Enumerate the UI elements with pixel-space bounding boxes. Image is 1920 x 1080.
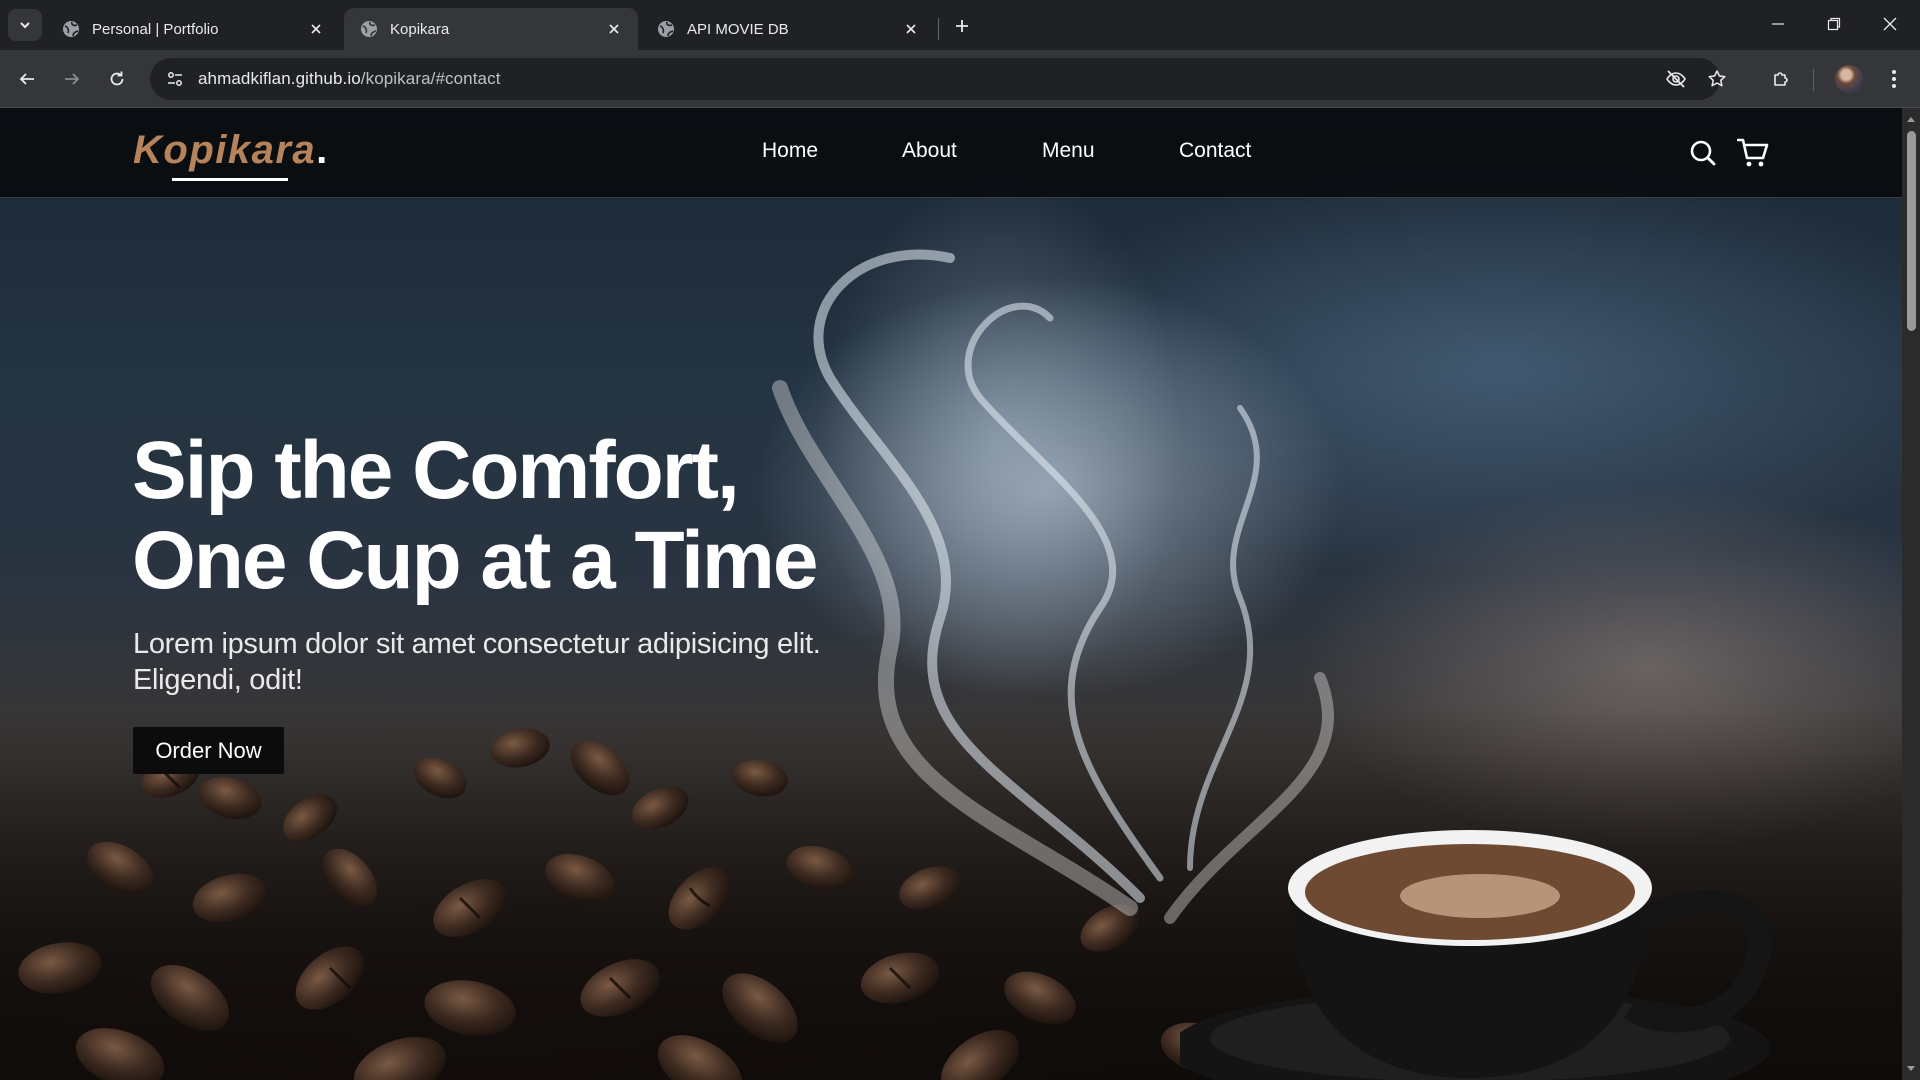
extensions-button[interactable] [1765, 63, 1797, 95]
star-icon [1708, 70, 1726, 87]
order-now-button[interactable]: Order Now [133, 727, 284, 774]
logo-text: Kopikara [133, 128, 317, 172]
page-viewport: Kopikara. Home About Menu Contact Sip th… [0, 108, 1902, 1080]
site-settings-icon [168, 72, 182, 86]
bookmark-button[interactable] [1701, 63, 1733, 95]
forward-button[interactable] [56, 63, 88, 95]
reload-button[interactable] [101, 63, 133, 95]
window-close-button[interactable] [1868, 8, 1912, 40]
site-settings-button[interactable] [160, 64, 190, 94]
logo-dot: . [316, 128, 329, 172]
tab-search-button[interactable] [8, 9, 42, 41]
minimize-icon [1772, 23, 1784, 25]
scroll-down-arrow-icon[interactable] [1906, 1064, 1916, 1074]
more-menu-icon [1892, 70, 1896, 88]
browser-tab-bar: Personal | Portfolio Kopikara API MOVIE … [0, 0, 1920, 50]
tracking-protection-button[interactable] [1660, 63, 1692, 95]
hero-subtitle: Lorem ipsum dolor sit amet consectetur a… [133, 626, 893, 698]
tab-personal-portfolio[interactable]: Personal | Portfolio [46, 8, 340, 50]
nav-link-about[interactable]: About [902, 139, 957, 163]
page-scrollbar[interactable] [1902, 108, 1920, 1080]
url-text[interactable]: ahmadkiflan.github.io/kopikara/#contact [198, 69, 501, 89]
close-icon[interactable] [901, 19, 921, 39]
url-host: ahmadkiflan.github.io [198, 69, 361, 88]
nav-link-home[interactable]: Home [762, 139, 818, 163]
browser-toolbar: ahmadkiflan.github.io/kopikara/#contact [0, 50, 1920, 108]
hero-title: Sip the Comfort, One Cup at a Time [132, 426, 892, 606]
nav-link-menu[interactable]: Menu [1042, 139, 1095, 163]
toolbar-divider [1813, 69, 1814, 91]
nav-link-contact[interactable]: Contact [1179, 139, 1251, 163]
plus-icon [956, 20, 968, 32]
tab-kopikara[interactable]: Kopikara [344, 8, 638, 50]
scroll-up-arrow-icon[interactable] [1906, 114, 1916, 124]
url-path: /kopikara/#contact [360, 69, 501, 88]
site-logo[interactable]: Kopikara. [133, 128, 329, 173]
restore-button[interactable] [1812, 8, 1856, 40]
hero-title-line-2: One Cup at a Time [132, 515, 818, 606]
forward-arrow-icon [65, 73, 80, 85]
scrollbar-thumb[interactable] [1907, 131, 1916, 331]
minimize-button[interactable] [1756, 8, 1800, 40]
globe-icon [63, 21, 79, 37]
shopping-cart-icon [1737, 138, 1769, 167]
chevron-down-icon [20, 22, 30, 29]
hero-subtitle-line-2: Eligendi, odit! [133, 664, 303, 696]
tab-separator [938, 18, 939, 40]
back-button[interactable] [11, 63, 43, 95]
cart-button[interactable] [1736, 136, 1770, 170]
address-bar[interactable]: ahmadkiflan.github.io/kopikara/#contact [150, 58, 1726, 100]
logo-underline [172, 178, 288, 181]
extensions-icon [1774, 72, 1788, 86]
globe-icon [658, 21, 674, 37]
search-icon [1690, 140, 1716, 166]
restore-icon [1827, 17, 1841, 31]
close-icon[interactable] [604, 19, 624, 39]
more-menu-button[interactable] [1878, 63, 1910, 95]
tab-api-movie-db[interactable]: API MOVIE DB [641, 8, 935, 50]
tab-title: Kopikara [390, 20, 450, 38]
reload-icon [110, 71, 124, 86]
eye-off-icon [1666, 70, 1686, 88]
search-button[interactable] [1686, 136, 1720, 170]
profile-avatar[interactable] [1835, 65, 1863, 93]
hero-subtitle-line-1: Lorem ipsum dolor sit amet consectetur a… [133, 628, 821, 660]
hero-title-line-1: Sip the Comfort, [132, 425, 740, 516]
globe-icon [361, 21, 377, 37]
back-arrow-icon [19, 73, 34, 85]
coffee-cup-graphic [1180, 830, 1772, 1080]
tab-title: API MOVIE DB [687, 20, 789, 38]
site-navbar: Kopikara. Home About Menu Contact [0, 108, 1902, 198]
close-icon[interactable] [306, 19, 326, 39]
tab-title: Personal | Portfolio [92, 20, 219, 38]
new-tab-button[interactable] [948, 12, 976, 40]
window-close-icon [1883, 17, 1897, 31]
